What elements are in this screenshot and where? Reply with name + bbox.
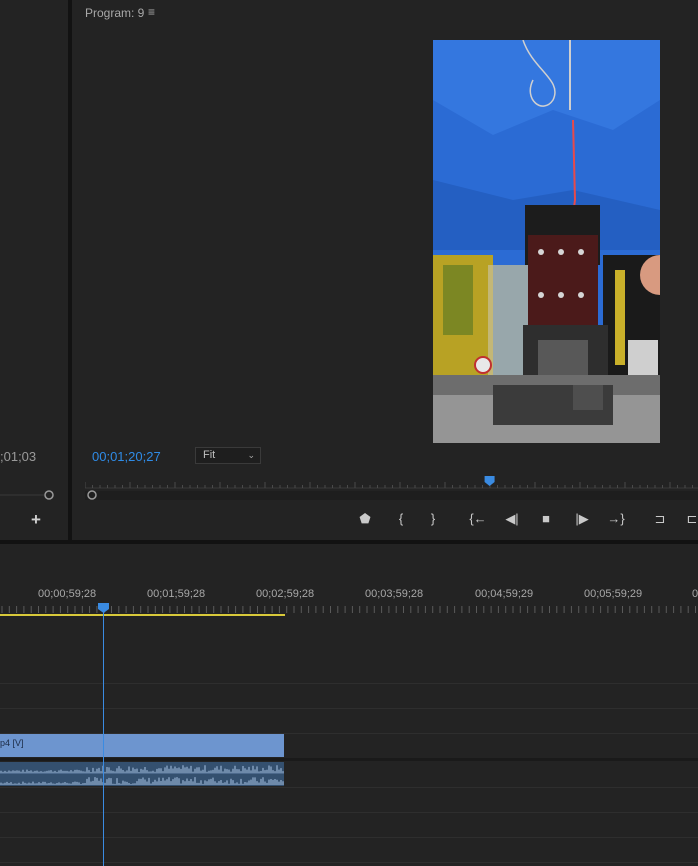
track-divider <box>0 812 698 813</box>
stop-button[interactable]: ■ <box>536 508 556 530</box>
program-monitor-title[interactable]: Program: 9 <box>85 6 144 20</box>
program-scrub-track <box>85 491 698 500</box>
video-still-image <box>433 40 660 443</box>
program-video-frame <box>433 40 660 443</box>
step-forward-icon: |▶ <box>575 511 589 526</box>
audio-waveform <box>0 765 284 785</box>
chevron-down-icon: ⌄ <box>247 450 255 460</box>
track-divider <box>0 683 698 684</box>
timeline-ruler-label: 00;05;59;29 <box>584 588 643 600</box>
extract-button[interactable]: ⊏ <box>682 508 698 530</box>
video-audio-separator[interactable] <box>0 758 698 761</box>
add-marker-button[interactable]: ⬟ <box>355 508 375 530</box>
hamburger-icon[interactable]: ≡ <box>148 5 155 19</box>
program-timecode[interactable]: 00;01;20;27 <box>92 449 161 464</box>
program-scrub-bar[interactable] <box>85 476 698 500</box>
stop-icon: ■ <box>542 511 550 526</box>
timeline-ruler-label: 00;04;59;29 <box>475 588 534 600</box>
track-divider <box>0 837 698 838</box>
program-scrub-ticks <box>85 482 693 488</box>
program-playhead-handle <box>484 476 495 486</box>
step-forward-button[interactable]: |▶ <box>572 508 592 530</box>
timeline-ruler-label: 00;03;59;28 <box>365 588 424 600</box>
video-clip[interactable] <box>0 734 284 757</box>
mark-in-button[interactable]: { <box>391 508 411 530</box>
go-to-in-button[interactable]: {← <box>468 508 488 530</box>
zoom-level-select[interactable]: Fit ⌄ <box>195 447 261 464</box>
video-clip-label: p4 [V] <box>0 738 24 748</box>
timeline-ruler-label: 00;00;59;28 <box>38 588 97 600</box>
timeline-playhead-handle[interactable] <box>98 603 109 613</box>
timeline-ruler-label: 00;01;59;28 <box>147 588 206 600</box>
audio-clip[interactable] <box>0 762 284 786</box>
source-timecode[interactable]: ;01;03 <box>0 449 36 464</box>
lift-icon: ⊐ <box>654 511 666 526</box>
source-out-point-handle <box>44 490 54 500</box>
go-to-in-icon: {← <box>469 511 487 526</box>
transport-controls: ⬟ {} {← ◀| ■ |▶ →} ⊐ ⊏ <box>350 508 698 532</box>
mark-out-icon: } <box>430 511 436 526</box>
timeline-ruler-label: 00;02;59;28 <box>256 588 315 600</box>
go-to-out-button[interactable]: →} <box>606 508 626 530</box>
go-to-out-icon: →} <box>607 511 625 526</box>
add-button-icon[interactable]: + <box>28 511 44 528</box>
source-scrub-bar[interactable] <box>0 490 68 500</box>
step-back-icon: ◀| <box>505 511 519 526</box>
timeline-playhead-line[interactable] <box>103 604 104 866</box>
track-divider <box>0 862 698 863</box>
audio-channel-divider <box>0 773 284 774</box>
timeline-ruler-label: 0 <box>692 588 698 600</box>
mark-out-button[interactable]: } <box>423 508 443 530</box>
mark-in-icon: { <box>398 511 404 526</box>
zoom-level-value: Fit <box>203 449 216 461</box>
track-divider <box>0 787 698 788</box>
step-back-button[interactable]: ◀| <box>502 508 522 530</box>
extract-icon: ⊏ <box>686 511 698 526</box>
work-area-bar[interactable] <box>0 614 285 616</box>
track-divider <box>0 708 698 709</box>
marker-icon: ⬟ <box>359 511 371 526</box>
lift-button[interactable]: ⊐ <box>650 508 670 530</box>
